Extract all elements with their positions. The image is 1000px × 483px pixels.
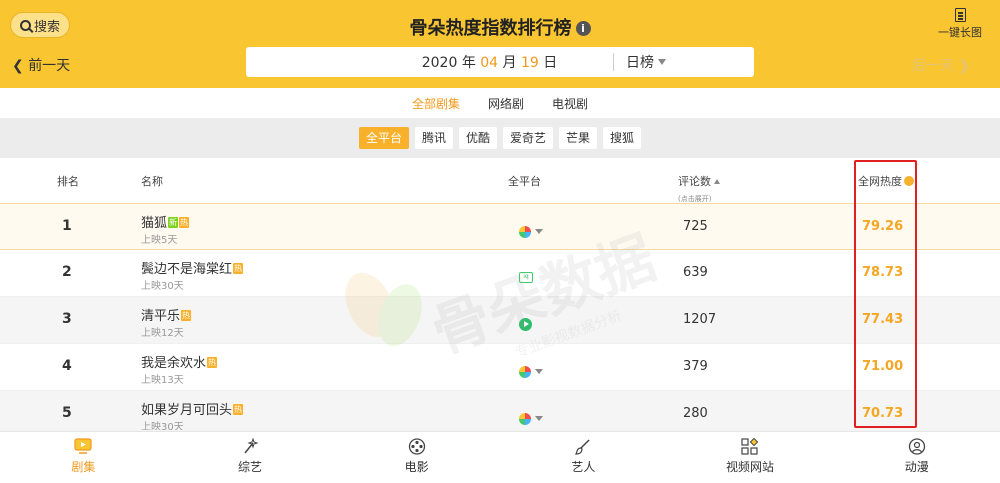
- tv-icon: [74, 438, 92, 454]
- show-title[interactable]: 猫狐新热: [141, 212, 190, 231]
- magic-wand-icon: [244, 438, 259, 454]
- platform-mango[interactable]: 芒果: [559, 127, 598, 149]
- prev-day-button[interactable]: ❮ 前一天: [12, 55, 70, 75]
- hot-badge: 热: [181, 310, 192, 321]
- table-row[interactable]: 1 猫狐新热 上映5天 725 79.26: [0, 203, 1000, 250]
- long-image-label: 一键长图: [938, 26, 982, 39]
- comment-count: 280: [683, 406, 708, 421]
- column-heat: 全网热度: [858, 173, 914, 189]
- show-title[interactable]: 鬓边不是海棠红热: [141, 258, 244, 277]
- ranking-table: 1 猫狐新热 上映5天 725 79.26 2 鬓边不是海棠红热 上映30天 i…: [0, 203, 1000, 430]
- new-badge: 新: [168, 217, 179, 228]
- platform-cell[interactable]: [519, 314, 532, 333]
- comment-count: 379: [683, 359, 708, 374]
- table-row[interactable]: 4 我是余欢水热 上映13天 379 71.00: [0, 344, 1000, 391]
- nav-series[interactable]: 剧集: [0, 432, 167, 483]
- comment-count: 725: [683, 219, 708, 234]
- heat-value: 78.73: [862, 265, 904, 280]
- days-released: 上映5天: [141, 235, 178, 246]
- tencent-video-icon: [519, 318, 532, 331]
- header-bar: 搜索 骨朵热度指数排行榜 i 一键长图 ❮ 前一天 2020 年 04 月 19 …: [0, 0, 1000, 88]
- multi-platform-icon: [519, 225, 531, 238]
- long-image-button[interactable]: 一键长图: [932, 8, 988, 40]
- table-header: 排名 名称 全平台 评论数 (点击展开) 全网热度: [0, 158, 1000, 203]
- tab-web-series[interactable]: 网络剧: [474, 88, 538, 118]
- platform-all[interactable]: 全平台: [358, 127, 409, 149]
- iqiyi-icon: iq: [519, 272, 533, 283]
- platform-cell[interactable]: [519, 361, 543, 380]
- show-title[interactable]: 清平乐热: [141, 305, 192, 324]
- rank-number: 3: [62, 311, 72, 327]
- heat-value: 70.73: [862, 406, 904, 421]
- table-row[interactable]: 5 如果岁月可回头热 上映30天 280 70.73: [0, 391, 1000, 430]
- hot-badge: 热: [179, 217, 190, 228]
- column-comments[interactable]: 评论数: [678, 173, 720, 189]
- caret-down-icon: [535, 229, 543, 234]
- date-selector: 2020 年 04 月 19 日 日榜: [246, 47, 754, 77]
- days-released: 上映13天: [141, 375, 184, 386]
- show-title[interactable]: 如果岁月可回头热: [141, 399, 244, 418]
- nav-variety[interactable]: 综艺: [167, 432, 334, 483]
- caret-down-icon: [535, 416, 543, 421]
- rank-number: 4: [62, 358, 72, 374]
- category-tabs: 全部剧集 网络剧 电视剧: [0, 88, 1000, 118]
- rank-type-dropdown[interactable]: 日榜: [614, 52, 754, 72]
- document-icon: [954, 8, 966, 22]
- brush-icon: [575, 439, 590, 455]
- platform-sohu[interactable]: 搜狐: [603, 127, 642, 149]
- nav-video-sites[interactable]: 视频网站: [667, 432, 834, 483]
- apps-grid-icon: [741, 438, 759, 455]
- platform-cell[interactable]: iq: [519, 267, 533, 286]
- nav-artist[interactable]: 艺人: [500, 432, 667, 483]
- tab-all-series[interactable]: 全部剧集: [398, 88, 474, 118]
- table-row[interactable]: 3 清平乐热 上映12天 1207 77.43: [0, 297, 1000, 344]
- show-title[interactable]: 我是余欢水热: [141, 352, 218, 371]
- rank-number: 5: [62, 405, 72, 421]
- column-name: 名称: [141, 175, 163, 188]
- sort-icon: [714, 179, 720, 184]
- nav-anime[interactable]: 动漫: [833, 432, 1000, 483]
- heat-value: 79.26: [862, 219, 904, 234]
- rank-number: 1: [62, 218, 72, 234]
- page-title: 骨朵热度指数排行榜 i: [0, 14, 1000, 40]
- table-row[interactable]: 2 鬓边不是海棠红热 上映30天 iq 639 78.73: [0, 250, 1000, 297]
- tab-tv-series[interactable]: 电视剧: [538, 88, 602, 118]
- film-reel-icon: [408, 438, 425, 455]
- nav-movie[interactable]: 电影: [333, 432, 500, 483]
- heat-value: 71.00: [862, 359, 904, 374]
- caret-down-icon: [658, 59, 666, 65]
- platform-youku[interactable]: 优酷: [458, 127, 497, 149]
- comment-count: 1207: [683, 312, 717, 327]
- days-released: 上映30天: [141, 422, 184, 430]
- rank-number: 2: [62, 264, 72, 280]
- column-rank: 排名: [57, 175, 79, 188]
- days-released: 上映12天: [141, 328, 184, 339]
- platform-iqiyi[interactable]: 爱奇艺: [503, 127, 554, 149]
- days-released: 上映30天: [141, 281, 184, 292]
- column-platform: 全平台: [508, 175, 541, 188]
- hot-badge: 热: [233, 404, 244, 415]
- platform-cell[interactable]: [519, 408, 543, 427]
- platform-tencent[interactable]: 腾讯: [414, 127, 453, 149]
- multi-platform-icon: [519, 365, 531, 378]
- multi-platform-icon: [519, 412, 531, 425]
- comment-count: 639: [683, 265, 708, 280]
- platform-filter: 全平台 腾讯 优酷 爱奇艺 芒果 搜狐: [0, 118, 1000, 158]
- platform-cell[interactable]: [519, 221, 543, 240]
- info-icon[interactable]: i: [575, 21, 591, 36]
- hot-badge: 热: [207, 357, 218, 368]
- help-icon[interactable]: [904, 176, 914, 186]
- next-day-button[interactable]: 后一天 ❯: [912, 55, 970, 75]
- character-face-icon: [908, 438, 925, 455]
- bottom-navigation: 剧集 综艺 电影 艺人 视频网站 动漫: [0, 431, 1000, 483]
- heat-value: 77.43: [862, 312, 904, 327]
- date-picker[interactable]: 2020 年 04 月 19 日: [246, 52, 613, 72]
- caret-down-icon: [535, 369, 543, 374]
- hot-badge: 热: [233, 263, 244, 274]
